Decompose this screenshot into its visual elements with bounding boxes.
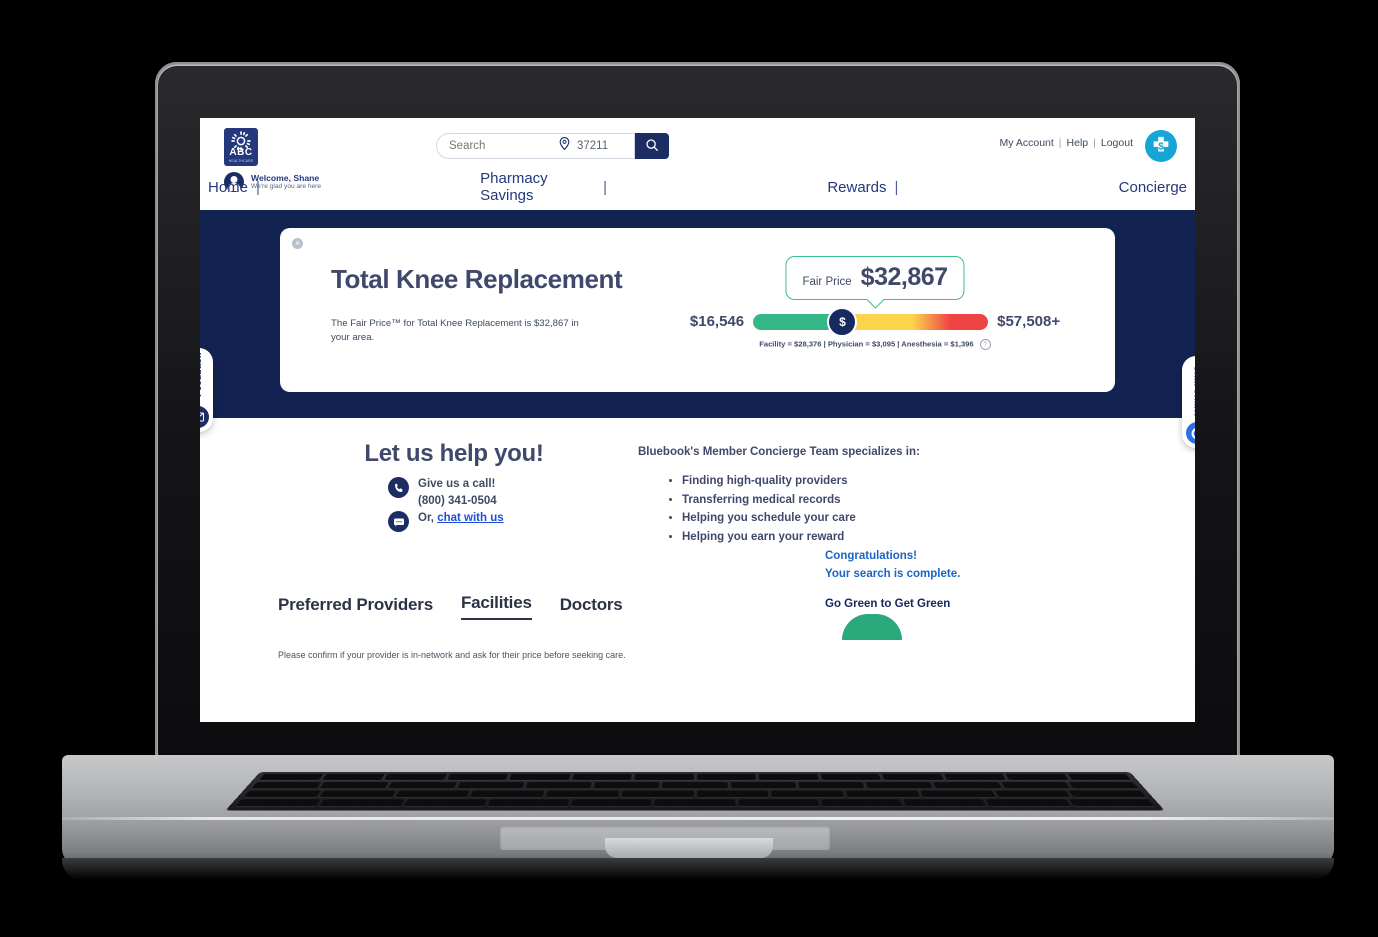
- bar-fill: [753, 313, 989, 330]
- price-gradient-bar: $: [753, 306, 989, 337]
- health-plus-badge[interactable]: $: [1145, 130, 1177, 162]
- tab-facilities[interactable]: Facilities: [460, 593, 532, 620]
- chat-tab[interactable]: Chat offline: [1182, 356, 1196, 449]
- chat-text: Or, chat with us: [418, 510, 504, 527]
- price-visual: Fair Price $32,867 $16,546 $ $57,508+ Fa…: [661, 246, 1089, 350]
- chat-offline-icon: [1186, 422, 1195, 445]
- fair-price-callout: Fair Price $32,867: [785, 256, 965, 300]
- list-item: Finding high-quality providers: [682, 472, 1195, 491]
- cost-breakdown: Facility = $28,376 | Physician = $3,095 …: [661, 339, 1089, 350]
- list-item: Helping you schedule your care: [682, 509, 1195, 528]
- fair-price-card: Total Knee Replacement The Fair Price™ f…: [280, 228, 1115, 392]
- logo-subtext: HEALTHCARE: [228, 159, 254, 163]
- procedure-info: Total Knee Replacement The Fair Price™ f…: [306, 246, 661, 345]
- nav-separator: |: [603, 179, 608, 196]
- list-item: Transferring medical records: [682, 491, 1195, 510]
- phone-text: Give us a call! (800) 341-0504: [418, 476, 497, 509]
- price-range-bar-row: $16,546 $ $57,508+: [661, 306, 1089, 337]
- dollar-cross-icon: $: [1153, 136, 1169, 153]
- chat-prefix: Or,: [418, 512, 438, 525]
- help-column: Let us help you! Give us a call! (800) 3…: [200, 440, 630, 547]
- network-confirm-note: Please confirm if your provider is in-ne…: [278, 649, 626, 660]
- close-icon[interactable]: [292, 238, 303, 249]
- help-link[interactable]: Help: [1067, 137, 1089, 149]
- nav-item-home[interactable]: Home: [200, 179, 256, 196]
- tab-preferred-providers[interactable]: Preferred Providers: [278, 595, 433, 620]
- chat-bubble-icon: [388, 511, 409, 533]
- location-pin-icon: [559, 136, 570, 155]
- search-icon: [645, 138, 659, 155]
- laptop-base-shadow: [62, 858, 1334, 880]
- feedback-tab[interactable]: Feedback: [200, 348, 213, 432]
- phone-row: Give us a call! (800) 341-0504: [388, 476, 630, 509]
- search-input[interactable]: [436, 133, 551, 159]
- congrats-line-2: Your search is complete.: [825, 568, 961, 581]
- keyboard-row: [229, 799, 1161, 807]
- call-label: Give us a call!: [418, 478, 496, 490]
- fair-price-value: $32,867: [860, 263, 948, 291]
- laptop-keyboard: [225, 772, 1165, 811]
- search-bar: [436, 133, 669, 159]
- zip-field[interactable]: [551, 133, 635, 159]
- contact-list: Give us a call! (800) 341-0504 Or, chat …: [278, 476, 630, 533]
- nav-separator: |: [256, 179, 260, 196]
- abc-logo[interactable]: ABC HEALTHCARE: [224, 128, 258, 166]
- help-and-concierge-row: Let us help you! Give us a call! (800) 3…: [200, 440, 1195, 547]
- account-links: My Account | Help | Logout: [1000, 137, 1133, 149]
- fair-price-label: Fair Price: [802, 276, 852, 288]
- laptop-latch-notch: [605, 838, 773, 858]
- nav-item-pharmacy-savings[interactable]: Pharmacy Savings: [472, 170, 603, 204]
- concierge-list: Finding high-quality providers Transferr…: [638, 472, 1195, 547]
- site-header: ABC HEALTHCARE Search 37211 My Account |…: [200, 118, 1195, 210]
- concierge-column: Bluebook's Member Concierge Team special…: [630, 440, 1195, 547]
- phone-icon: [388, 477, 409, 498]
- concierge-heading: Bluebook's Member Concierge Team special…: [638, 446, 920, 458]
- main-navigation: Home | Pharmacy Savings | Rewards | Conc…: [200, 170, 1195, 204]
- lower-content: Let us help you! Give us a call! (800) 3…: [200, 418, 1195, 660]
- phone-number: (800) 341-0504: [418, 494, 497, 507]
- keyboard-row: [237, 790, 1152, 798]
- nav-item-rewards[interactable]: Rewards: [819, 179, 894, 196]
- nav-separator: |: [894, 179, 899, 196]
- cost-breakdown-text: Facility = $28,376 | Physician = $3,095 …: [759, 339, 974, 349]
- my-account-link[interactable]: My Account: [1000, 137, 1054, 149]
- search-submit-button[interactable]: [635, 133, 669, 159]
- envelope-icon: [200, 405, 209, 428]
- hero-band: Total Knee Replacement The Fair Price™ f…: [200, 210, 1195, 449]
- feedback-tab-label: Feedback: [200, 353, 204, 397]
- list-item: Helping you earn your reward: [682, 528, 1195, 547]
- chat-row: Or, chat with us: [388, 510, 630, 533]
- nav-item-concierge[interactable]: Concierge: [1111, 179, 1195, 196]
- help-heading: Let us help you!: [364, 440, 544, 467]
- link-separator: |: [1058, 137, 1062, 149]
- screenshot-stage: ABC HEALTHCARE Search 37211 My Account |…: [0, 0, 1378, 937]
- go-green-heading: Go Green to Get Green: [825, 597, 951, 610]
- chat-tab-label: Chat offline: [1191, 365, 1196, 418]
- gear-sun-icon: [231, 131, 251, 156]
- range-low-label: $16,546: [689, 313, 745, 330]
- chat-with-us-link[interactable]: chat with us: [437, 512, 503, 524]
- keyboard-row: [245, 782, 1145, 789]
- svg-text:$: $: [1158, 142, 1164, 153]
- page-title: Total Knee Replacement: [331, 264, 623, 294]
- congratulations-block: Congratulations! Your search is complete…: [825, 547, 960, 610]
- laptop-screen: ABC HEALTHCARE Search 37211 My Account |…: [200, 118, 1195, 722]
- congrats-line-1: Congratulations!: [825, 550, 917, 562]
- fair-price-marker: $: [827, 306, 858, 337]
- tab-doctors[interactable]: Doctors: [560, 595, 623, 620]
- link-separator: |: [1093, 137, 1096, 149]
- range-high-label: $57,508+: [997, 313, 1061, 330]
- procedure-description: The Fair Price™ for Total Knee Replaceme…: [331, 318, 579, 343]
- web-page: ABC HEALTHCARE Search 37211 My Account |…: [200, 118, 1195, 722]
- help-icon[interactable]: ?: [979, 339, 991, 350]
- keyboard-row: [253, 773, 1138, 781]
- provider-tabs: Preferred Providers Facilities Doctors: [200, 547, 1195, 620]
- logout-link[interactable]: Logout: [1101, 137, 1133, 149]
- zip-input[interactable]: [575, 139, 627, 153]
